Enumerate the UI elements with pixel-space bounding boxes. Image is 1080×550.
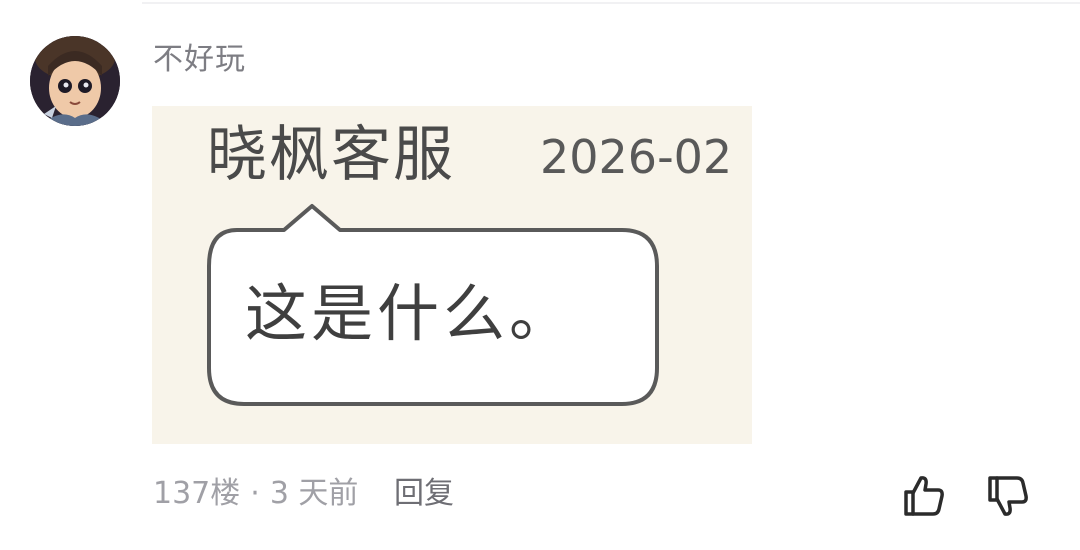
meta-separator: · xyxy=(250,476,260,511)
speech-bubble-shape xyxy=(207,204,659,406)
reply-button[interactable]: 回复 xyxy=(394,474,454,514)
thumbs-down-icon xyxy=(988,476,1028,516)
top-divider xyxy=(142,2,1080,4)
like-button[interactable] xyxy=(900,472,948,520)
comment-time: 3 天前 xyxy=(269,476,359,511)
dislike-button[interactable] xyxy=(984,472,1032,520)
comment-username[interactable]: 不好玩 xyxy=(153,40,246,80)
comment-meta: 137楼 · 3 天前 xyxy=(153,474,358,514)
avatar-image xyxy=(30,36,120,126)
user-avatar[interactable] xyxy=(30,36,120,126)
floor-number: 137楼 xyxy=(153,476,241,511)
thumbs-up-icon xyxy=(904,476,944,516)
comment-image[interactable]: 晓枫客服 2026-02 这是什么。 xyxy=(152,106,752,444)
meme-bubble-text: 这是什么。 xyxy=(245,277,576,350)
